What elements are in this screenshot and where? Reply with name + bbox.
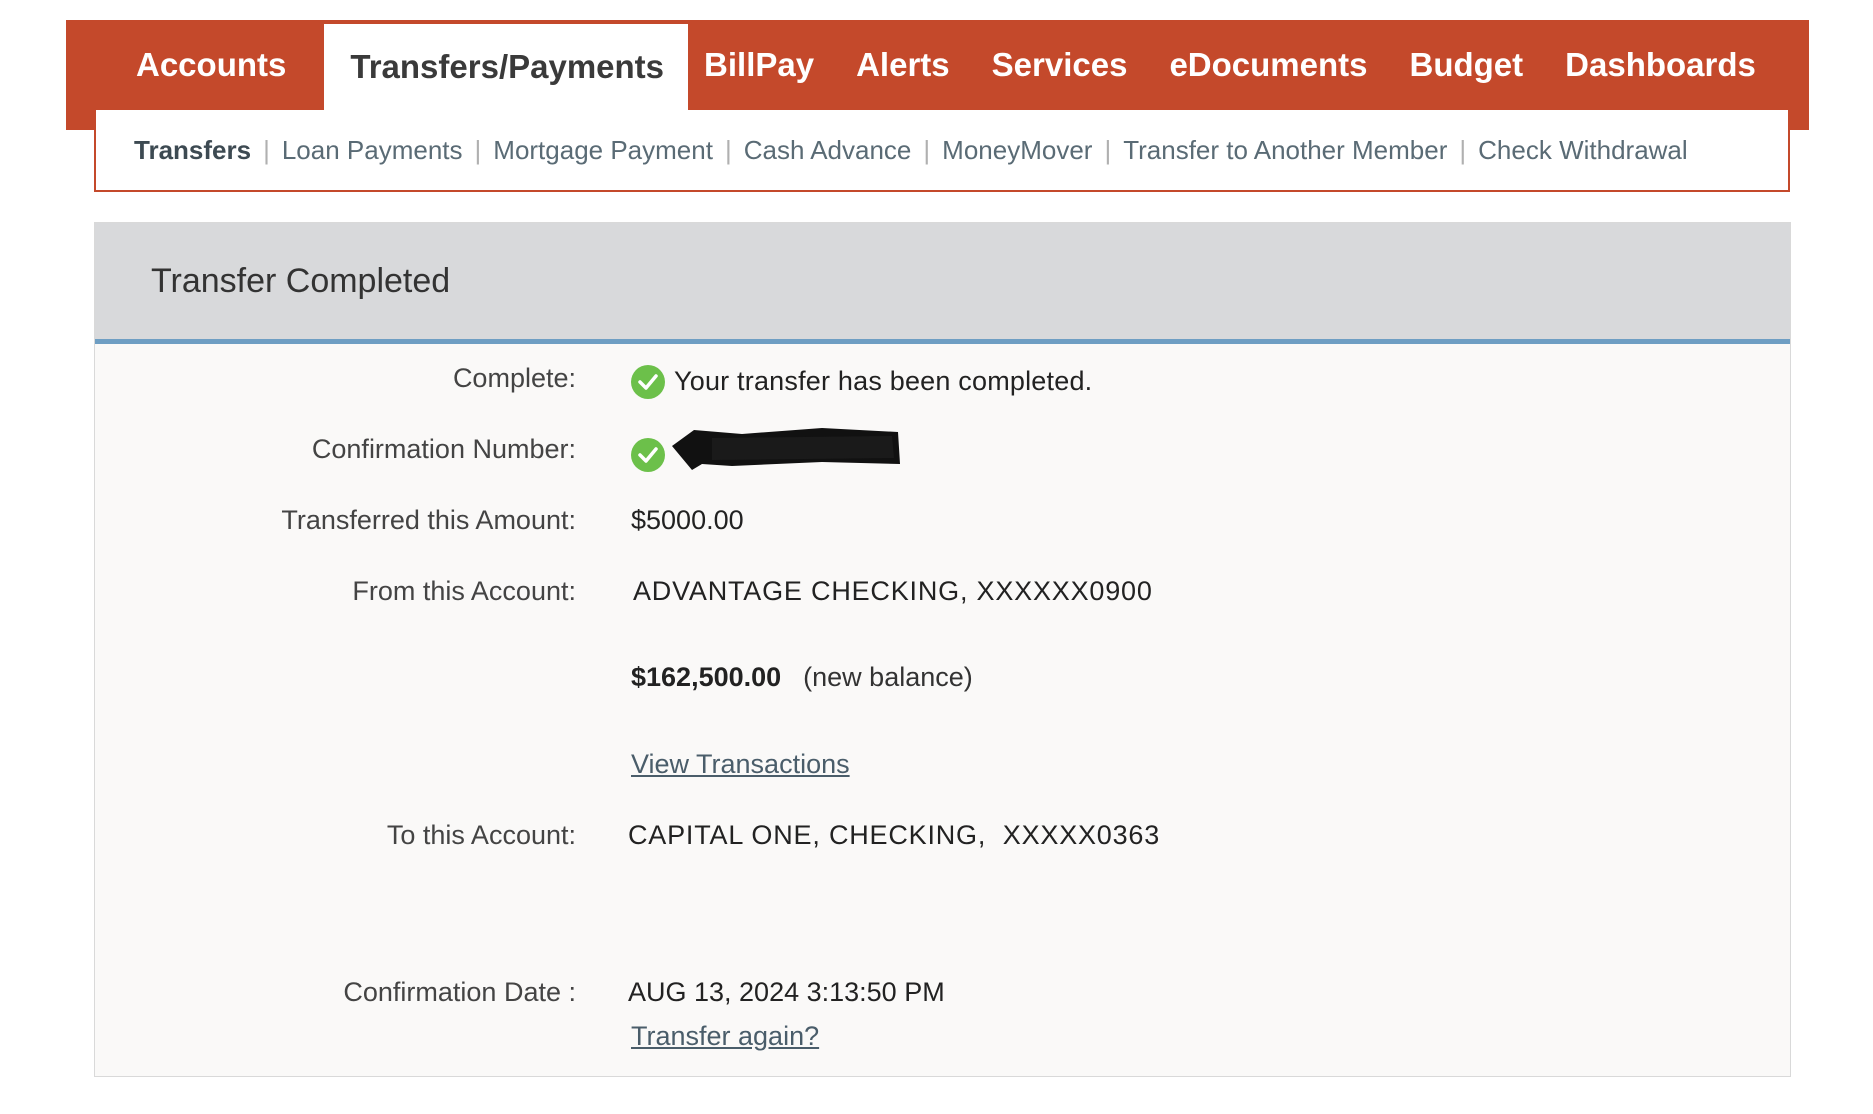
subnav-separator: |	[263, 134, 270, 165]
panel-header: Transfer Completed	[95, 223, 1790, 344]
subnav-separator: |	[474, 134, 482, 165]
nav-tab-budget[interactable]: Budget	[1389, 20, 1545, 110]
nav-tab-services[interactable]: Services	[971, 20, 1149, 110]
confirmation-number-row: Confirmation Number:	[95, 428, 1790, 474]
from-account-label: From this Account:	[352, 576, 576, 606]
subnav-separator: |	[1104, 134, 1112, 165]
subnav-item-transfers[interactable]: Transfers	[134, 135, 251, 166]
amount-row: Transferred this Amount: $5000.00	[95, 505, 1790, 545]
subnav-item-mortgage-payment[interactable]: Mortgage Payment	[493, 135, 713, 166]
confirmation-date-row: Confirmation Date : AUG 13, 2024 3:13:50…	[95, 977, 1790, 1017]
view-transactions-link[interactable]: View Transactions	[631, 749, 850, 780]
complete-message: Your transfer has been completed.	[674, 365, 1093, 396]
amount-value: $5000.00	[631, 505, 744, 535]
transfer-again-wrap: Transfer again?	[631, 1021, 819, 1052]
nav-tab-billpay[interactable]: BillPay	[688, 20, 835, 110]
view-transactions-row: View Transactions	[95, 749, 1790, 789]
nav-tab-alerts[interactable]: Alerts	[835, 20, 971, 110]
new-balance-note: (new balance)	[803, 662, 973, 692]
nav-tab-accounts[interactable]: Accounts	[66, 20, 324, 110]
subnav-item-moneymover[interactable]: MoneyMover	[942, 135, 1092, 166]
sub-nav: Transfers | Loan Payments | Mortgage Pay…	[94, 110, 1790, 192]
redaction-mark	[672, 428, 904, 474]
subnav-item-cash-advance[interactable]: Cash Advance	[744, 135, 912, 166]
new-balance-amount: $162,500.00	[631, 662, 782, 692]
transfer-again-link[interactable]: Transfer again?	[631, 1021, 819, 1052]
check-circle-icon	[631, 365, 665, 399]
view-transactions-wrap: View Transactions	[631, 749, 850, 780]
main-nav-items: Accounts Transfers/Payments BillPay Aler…	[66, 20, 1777, 110]
new-balance-value: $162,500.00 (new balance)	[631, 662, 973, 693]
from-account-value: ADVANTAGE CHECKING, XXXXXX0900	[633, 576, 1153, 606]
amount-label: Transferred this Amount:	[281, 505, 576, 535]
check-circle-icon	[631, 438, 665, 472]
subnav-separator: |	[1459, 134, 1467, 165]
complete-label: Complete:	[452, 363, 576, 393]
confirmation-date-label: Confirmation Date :	[343, 977, 576, 1007]
to-account-label: To this Account:	[386, 820, 576, 850]
from-account-row: From this Account: ADVANTAGE CHECKING, X…	[95, 576, 1790, 616]
page-title: Transfer Completed	[151, 261, 451, 300]
subnav-item-loan-payments[interactable]: Loan Payments	[282, 135, 463, 166]
confirmation-number-value	[631, 428, 904, 474]
confirmation-date-value: AUG 13, 2024 3:13:50 PM	[628, 977, 945, 1007]
subnav-item-transfer-to-another-member[interactable]: Transfer to Another Member	[1123, 135, 1447, 166]
complete-value: Your transfer has been completed.	[631, 363, 1092, 399]
to-account-value: CAPITAL ONE, CHECKING, XXXXX0363	[628, 820, 1161, 850]
transfer-completed-panel: Transfer Completed Complete: Your transf…	[94, 222, 1791, 1077]
nav-tab-dashboards[interactable]: Dashboards	[1544, 20, 1777, 110]
subnav-separator: |	[724, 134, 732, 165]
subnav-separator: |	[923, 134, 931, 165]
subnav-item-check-withdrawal[interactable]: Check Withdrawal	[1478, 135, 1688, 166]
nav-tab-edocuments[interactable]: eDocuments	[1148, 20, 1388, 110]
new-balance-row: $162,500.00 (new balance)	[95, 662, 1790, 702]
nav-tab-transfers-payments[interactable]: Transfers/Payments	[324, 24, 689, 110]
confirmation-number-label: Confirmation Number:	[311, 434, 576, 464]
transfer-again-row: Transfer again?	[95, 1021, 1790, 1061]
to-account-row: To this Account: CAPITAL ONE, CHECKING, …	[95, 820, 1790, 860]
complete-row: Complete: Your transfer has been complet…	[95, 363, 1790, 403]
